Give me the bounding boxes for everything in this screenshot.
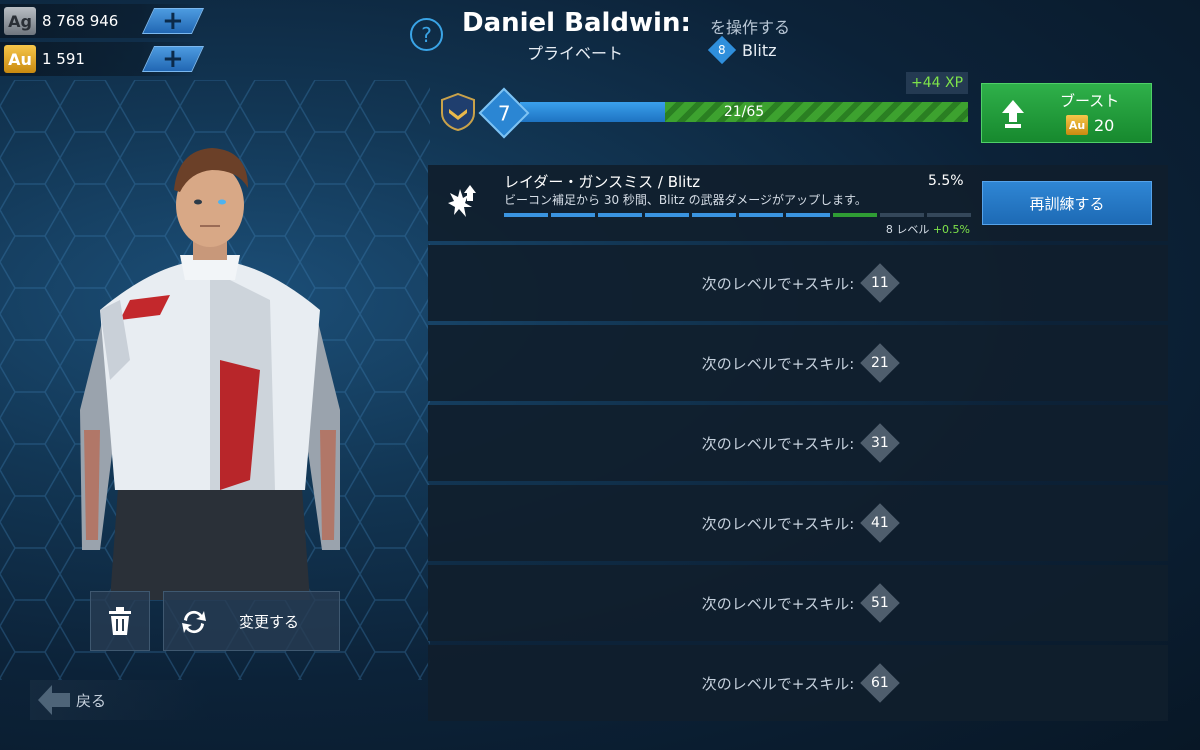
next-level-number: 61 xyxy=(871,674,890,691)
gold-icon: Au xyxy=(4,45,36,73)
silver-currency: Ag 8 768 946 + xyxy=(0,4,205,38)
boost-label: ブースト xyxy=(1060,92,1120,110)
add-silver-button[interactable]: + xyxy=(141,6,205,36)
change-label: 変更する xyxy=(239,613,300,631)
class-name: Blitz xyxy=(742,40,777,60)
back-arrow-icon xyxy=(38,685,70,715)
question-icon: ? xyxy=(421,22,432,47)
skill-level-text: 8 レベル xyxy=(885,223,930,236)
operate-label: を操作する xyxy=(710,18,791,37)
change-button[interactable]: 変更する xyxy=(163,591,340,651)
next-skill-row: 次のレベルで+スキル: 61 xyxy=(428,645,1168,721)
class-level-number: 8 xyxy=(718,42,726,57)
rank-label: プライベート xyxy=(527,44,624,63)
next-level-badge: 41 xyxy=(860,503,901,543)
xp-gain-badge: +44 XP xyxy=(906,72,968,94)
upgrade-arrow-icon xyxy=(1002,100,1024,128)
skill-level-bonus: +0.5% xyxy=(932,223,970,236)
skill-segment xyxy=(598,213,642,217)
next-level-number: 31 xyxy=(871,434,890,451)
skill-percent: 5.5% xyxy=(928,173,964,189)
next-skill-row: 次のレベルで+スキル: 51 xyxy=(428,565,1168,641)
gold-currency: Au 1 591 + xyxy=(0,42,205,76)
skill-description: ビーコン補足から 30 秒間、Blitz の武器ダメージがアップします。 xyxy=(504,193,867,207)
plus-icon: + xyxy=(162,44,184,74)
character-name: Daniel Baldwin: xyxy=(462,8,691,38)
skill-segment xyxy=(504,213,548,217)
next-level-badge: 21 xyxy=(860,343,901,383)
next-level-badge: 11 xyxy=(860,263,901,303)
boost-button[interactable]: ブースト Au 20 xyxy=(981,83,1152,143)
next-level-number: 41 xyxy=(871,514,890,531)
skill-segment xyxy=(880,213,924,217)
class-tag: 8 Blitz xyxy=(707,35,777,65)
next-level-badge: 61 xyxy=(860,663,901,703)
level-number: 7 xyxy=(497,100,511,125)
next-skill-label: 次のレベルで+スキル: xyxy=(701,274,855,293)
next-skill-row: 次のレベルで+スキル: 41 xyxy=(428,485,1168,561)
boost-cost-value: 20 xyxy=(1094,115,1115,135)
skill-segment xyxy=(739,213,783,217)
character-portrait xyxy=(80,148,340,600)
xp-progress-bar: 21/65 xyxy=(520,102,968,122)
refresh-icon xyxy=(182,610,206,634)
next-level-number: 11 xyxy=(871,274,890,291)
boost-cost: Au 20 xyxy=(1066,115,1114,135)
level-badge: 7 xyxy=(478,87,530,139)
next-skill-label: 次のレベルで+スキル: xyxy=(701,594,855,613)
plus-icon: + xyxy=(162,6,184,36)
next-skill-row: 次のレベルで+スキル: 21 xyxy=(428,325,1168,401)
skill-segment xyxy=(786,213,830,217)
next-level-badge: 31 xyxy=(860,423,901,463)
next-skill-label: 次のレベルで+スキル: xyxy=(701,434,855,453)
add-gold-button[interactable]: + xyxy=(141,44,205,74)
next-skill-row: 次のレベルで+スキル: 31 xyxy=(428,405,1168,481)
silver-amount: 8 768 946 xyxy=(42,12,119,30)
next-skill-label: 次のレベルで+スキル: xyxy=(701,354,855,373)
skill-segment xyxy=(551,213,595,217)
trash-icon xyxy=(109,607,131,635)
gold-amount: 1 591 xyxy=(42,50,85,68)
next-skill-row: 次のレベルで+スキル: 11 xyxy=(428,245,1168,321)
class-level-badge: 8 xyxy=(707,35,737,65)
skill-segment xyxy=(692,213,736,217)
next-skill-label: 次のレベルで+スキル: xyxy=(701,674,855,693)
skill-segment xyxy=(833,213,877,217)
skill-burst-icon xyxy=(448,185,476,217)
skill-level: 8 レベル +0.5% xyxy=(886,221,970,237)
next-level-badge: 51 xyxy=(860,583,901,623)
retrain-button[interactable]: 再訓練する xyxy=(982,181,1152,225)
silver-icon: Ag xyxy=(4,7,36,35)
gold-icon: Au xyxy=(1066,115,1088,135)
back-label: 戻る xyxy=(76,691,107,710)
back-button[interactable]: 戻る xyxy=(30,680,210,720)
skill-segment xyxy=(927,213,971,217)
next-skill-label: 次のレベルで+スキル: xyxy=(701,514,855,533)
next-level-number: 21 xyxy=(871,354,890,371)
skill-segment xyxy=(645,213,689,217)
skill-name: レイダー・ガンスミス / Blitz xyxy=(504,173,701,191)
rank-shield-icon xyxy=(441,93,475,131)
next-level-number: 51 xyxy=(871,594,890,611)
xp-progress-text: 21/65 xyxy=(723,104,765,120)
delete-button[interactable] xyxy=(90,591,150,651)
help-button[interactable]: ? xyxy=(410,18,443,51)
skill-level-segments xyxy=(504,213,971,217)
